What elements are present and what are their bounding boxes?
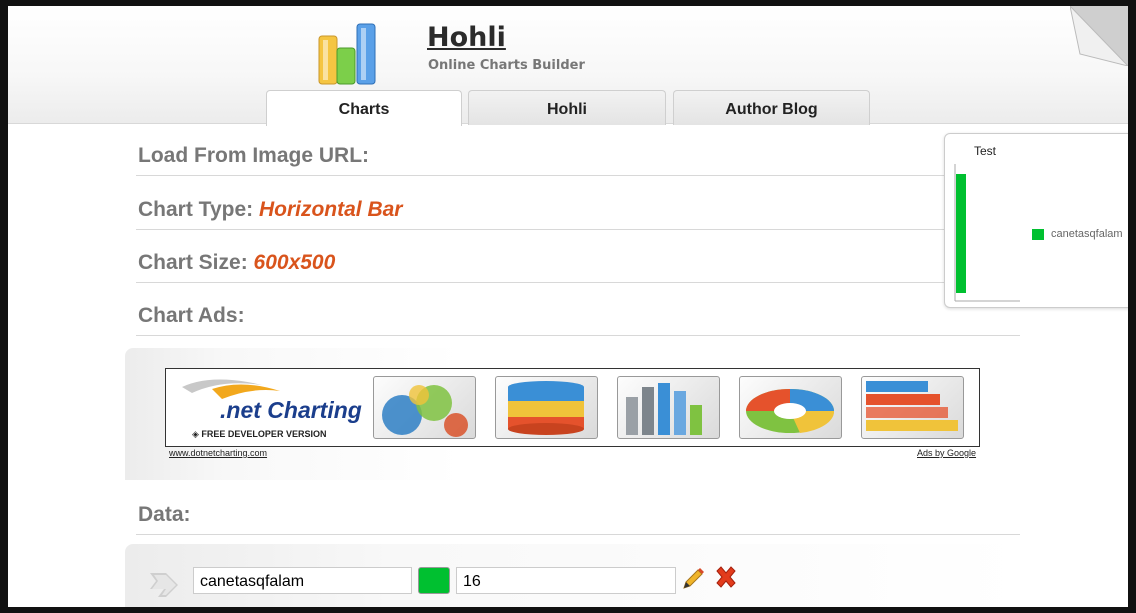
delete-icon[interactable] [713,565,739,591]
chart-type-label: Chart Type: Horizontal Bar [138,198,402,222]
page-curl-icon [1070,6,1128,66]
horizontal-bar-chart-icon [866,381,958,431]
ad-thumb-donut[interactable] [739,376,842,439]
chart-size-section[interactable]: Chart Size: 600x500 [136,243,1020,283]
chart-preview[interactable]: Test canetasqfalam [944,133,1128,308]
pencil-icon[interactable] [680,566,706,592]
ad-thumb-columns[interactable] [617,376,720,439]
chart-preview-plot [954,164,1020,302]
move-arrow-icon[interactable] [148,569,182,601]
chart-type-caption: Chart Type: [138,198,254,221]
legend-swatch [1032,229,1044,240]
ad-sub-mark-icon: ◈ [192,429,202,439]
chart-logo-icon [318,23,376,85]
data-section: Data: [136,495,1020,535]
tab-label: Author Blog [725,101,818,118]
chart-size-value[interactable]: 600x500 [254,251,336,274]
ad-banner[interactable]: .net Charting ◈ FREE DEVELOPER VERSION [165,368,980,447]
ad-sub-label: FREE DEVELOPER VERSION [201,429,327,439]
chart-ads-label: Chart Ads: [138,304,245,327]
chart-type-value[interactable]: Horizontal Bar [259,198,403,221]
donut-chart-icon [746,389,835,433]
tab-label: Charts [338,101,390,118]
data-label: Data: [138,503,191,526]
column-chart-icon [626,383,702,435]
ad-thumb-cylinder[interactable] [495,376,598,439]
chart-bar-canetasqfalam [956,174,966,293]
ad-brand: .net Charting [220,397,362,423]
chart-size-label: Chart Size: 600x500 [138,251,335,275]
site-subtitle: Online Charts Builder [428,58,585,73]
dotnetcharting-logo[interactable]: .net Charting ◈ FREE DEVELOPER VERSION [172,373,367,443]
series-color-swatch[interactable] [418,567,450,594]
cylinder-chart-icon [508,381,584,435]
ads-by-google-link[interactable]: Ads by Google [917,448,976,458]
site-title[interactable]: Hohli [427,22,506,53]
ad-thumb-bubble[interactable] [373,376,476,439]
tab-hohli[interactable]: Hohli [468,90,666,125]
tab-author-blog[interactable]: Author Blog [673,90,870,125]
bubble-chart-icon [382,385,468,437]
chart-type-section[interactable]: Chart Type: Horizontal Bar [136,190,1020,230]
load-from-url-section[interactable]: Load From Image URL: [136,136,1020,176]
ad-thumb-hbars[interactable] [861,376,964,439]
ad-link-dotnetcharting[interactable]: www.dotnetcharting.com [169,448,267,458]
tab-label: Hohli [547,101,587,118]
data-value-input[interactable]: 16 [456,567,676,594]
app-frame: Hohli Online Charts Builder Charts Hohli… [8,6,1128,607]
tab-charts[interactable]: Charts [266,90,462,126]
chart-size-caption: Chart Size: [138,251,248,274]
load-from-url-label: Load From Image URL: [138,144,370,167]
ad-subtext: ◈ FREE DEVELOPER VERSION [192,429,326,440]
legend-label: canetasqfalam [1051,228,1123,240]
chart-ads-section[interactable]: Chart Ads: [136,296,1020,336]
data-name-input[interactable]: canetasqfalam [193,567,412,594]
